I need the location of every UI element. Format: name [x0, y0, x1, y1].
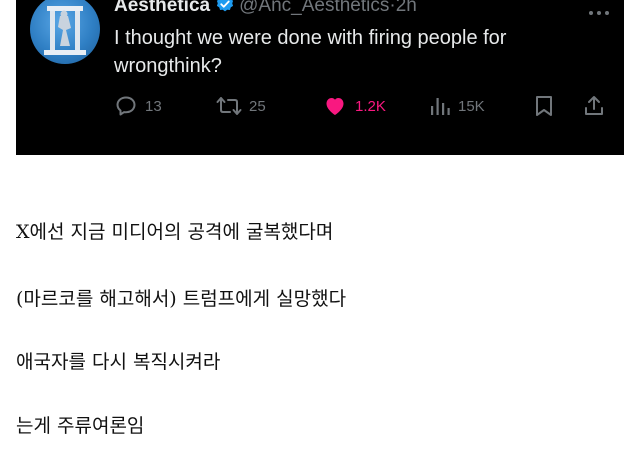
like-button[interactable]: 1.2K [322, 93, 386, 119]
timestamp[interactable]: 2h [396, 0, 417, 16]
commentary-line-1: X에선 지금 미디어의 공격에 굴복했다며 [16, 221, 334, 243]
views-button[interactable]: 15K [429, 93, 485, 119]
reply-icon [116, 96, 136, 116]
views-icon [431, 98, 450, 115]
tweet-text: I thought we were done with firing peopl… [114, 27, 507, 77]
repost-icon [216, 97, 242, 115]
commentary-line-2: (마르코를 해고해서) 트럼프에게 실망했다 [16, 288, 347, 310]
reply-button[interactable]: 13 [114, 93, 162, 119]
bookmark-button[interactable] [533, 93, 555, 119]
bookmark-icon [536, 96, 552, 116]
commentary-line-4: 는게 주류여론임 [16, 415, 145, 437]
views-count: 15K [458, 97, 485, 115]
tweet-card: Aesthetica @Anc_Aesthetics·2h I thought w… [16, 0, 624, 155]
more-icon[interactable] [588, 2, 610, 21]
reply-count: 13 [145, 97, 162, 115]
commentary-line-3: 애국자를 다시 복직시켜라 [16, 351, 221, 373]
avatar[interactable] [30, 0, 100, 64]
verified-badge-icon [215, 0, 235, 20]
like-icon [326, 98, 344, 115]
statue-icon [44, 6, 86, 55]
share-icon [585, 96, 603, 115]
share-button[interactable] [582, 93, 606, 119]
repost-count: 25 [249, 97, 266, 115]
display-name[interactable]: Aesthetica [114, 0, 210, 16]
handle[interactable]: @Anc_Aesthetics [239, 0, 389, 16]
tweet-header: Aesthetica @Anc_Aesthetics·2h [114, 0, 417, 18]
like-count: 1.2K [355, 97, 386, 115]
repost-button[interactable]: 25 [216, 93, 266, 119]
